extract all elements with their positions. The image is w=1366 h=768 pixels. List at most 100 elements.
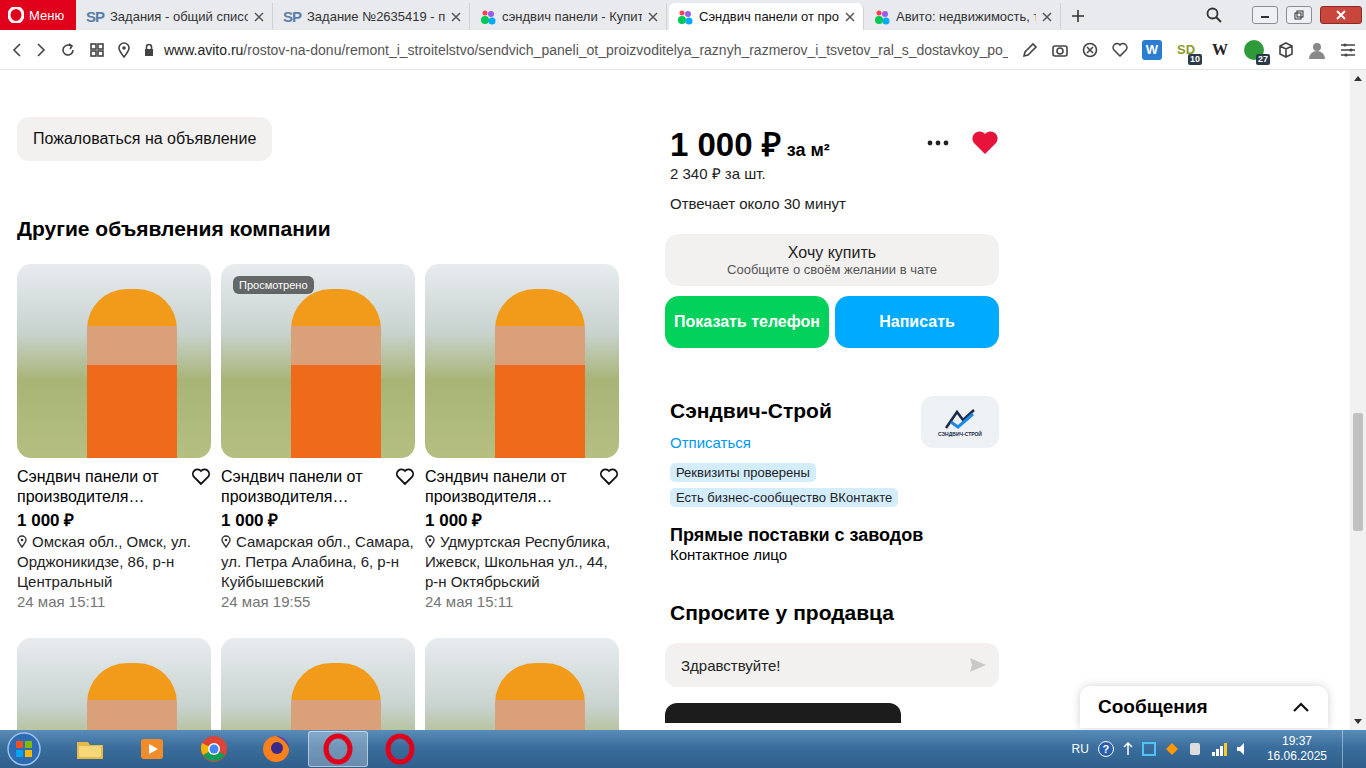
close-icon <box>1042 12 1052 22</box>
section-heading: Другие объявления компании <box>17 216 619 242</box>
profile-icon <box>1308 41 1326 59</box>
ad-photo <box>221 638 415 730</box>
ad-title[interactable]: Сэндвич панели от производителя… <box>17 467 183 507</box>
ad-title[interactable]: Сэндвич панели от производителя… <box>425 467 591 507</box>
ad-date: 24 мая 15:11 <box>17 592 211 612</box>
ad-title[interactable]: Сэндвич панели от производителя… <box>221 467 387 507</box>
back-icon <box>12 43 22 57</box>
close-icon <box>254 12 264 22</box>
explorer-icon <box>74 733 106 765</box>
close-window-icon <box>1336 10 1346 20</box>
network-icon <box>1211 742 1227 756</box>
taskbar-app[interactable] <box>184 731 244 767</box>
adblock-icon <box>1082 42 1098 58</box>
ad-card[interactable] <box>221 638 415 730</box>
tray-arrow-icon <box>1123 742 1133 756</box>
help-button[interactable]: ? <box>1098 741 1114 757</box>
seller-logo[interactable]: СЭНДВИЧ-СТРОЙ <box>921 396 999 448</box>
close-icon <box>845 12 855 22</box>
ad-price: 1 000 ₽ <box>221 510 415 532</box>
url-field[interactable]: www.avito.ru/rostov-na-donu/remont_i_str… <box>144 42 1008 58</box>
favorite-heart-icon[interactable] <box>971 130 999 156</box>
bookmark-heart-icon <box>1112 42 1128 57</box>
search-icon <box>1206 7 1222 23</box>
scrollbar <box>1350 70 1366 730</box>
ad-price: 1 000 ₽ <box>17 510 211 532</box>
ad-photo <box>425 638 619 730</box>
windows-start-icon[interactable] <box>4 731 44 767</box>
minimize-button[interactable] <box>1252 6 1278 24</box>
seller-logo-icon <box>943 408 977 430</box>
easy-setup-icon <box>1340 43 1356 57</box>
favorite-heart-icon[interactable] <box>191 467 211 487</box>
ad-photo <box>17 638 211 730</box>
tray-app1-icon <box>1142 742 1156 756</box>
tray-app2-icon <box>1165 742 1179 756</box>
close-button[interactable] <box>1320 6 1362 24</box>
complaint-button[interactable]: Пожаловаться на объявление <box>17 117 272 161</box>
scroll-track <box>1350 86 1366 714</box>
ad-price: 1 000 ₽ <box>670 126 781 163</box>
seller-role: Контактное лицо <box>665 546 999 563</box>
ad-card[interactable]: Сэндвич панели от производителя…1 000 ₽У… <box>425 264 619 612</box>
clock[interactable]: 19:3716.06.2025 <box>1267 734 1327 764</box>
messages-panel[interactable]: Сообщения <box>1080 686 1328 728</box>
lock-icon <box>144 43 154 56</box>
language-indicator[interactable]: RU <box>1072 742 1089 756</box>
price-per-piece: 2 340 ₽ за шт. <box>665 164 999 184</box>
ad-card[interactable] <box>17 638 211 730</box>
avito-icon <box>480 9 496 25</box>
browser-tab[interactable]: сэндвич панели - Купить <box>472 3 667 30</box>
pin-icon <box>221 535 231 548</box>
browser-tab[interactable]: SPЗадание №2635419 - про <box>275 3 470 30</box>
browser-tab[interactable]: SPЗадания - общий список s <box>78 3 273 30</box>
restore-button[interactable] <box>1286 6 1312 24</box>
write-button[interactable]: Написать <box>835 296 999 348</box>
system-tray: RU? 19:3716.06.2025 <box>1072 730 1366 768</box>
ad-price: 1 000 ₽ <box>425 510 619 532</box>
ad-card[interactable] <box>425 638 619 730</box>
ad-photo: Просмотрено <box>221 264 415 458</box>
seller-name[interactable]: Сэндвич-Строй <box>670 398 832 424</box>
pin-icon <box>425 535 435 548</box>
browser-tab[interactable]: Авито: недвижимость, тра <box>866 3 1061 30</box>
want-buy-button[interactable]: Хочу купитьСообщите о своём желании в ча… <box>665 234 999 286</box>
extension-button[interactable]: SD10 <box>1176 40 1196 60</box>
opera-icon <box>384 733 416 765</box>
taskbar-app[interactable] <box>60 731 120 767</box>
extension-button[interactable]: 27 <box>1244 40 1264 60</box>
ask-input[interactable] <box>681 657 969 674</box>
pin-icon <box>17 535 27 548</box>
ad-card[interactable]: Просмотрено Сэндвич панели от производите… <box>221 264 415 612</box>
extension-button[interactable]: W <box>1210 40 1230 60</box>
scroll-thumb[interactable] <box>1353 413 1363 531</box>
send-icon[interactable] <box>969 657 987 673</box>
new-tab-icon <box>1071 9 1085 23</box>
taskbar-app[interactable] <box>246 731 306 767</box>
chevron-up-icon <box>1292 701 1310 713</box>
forward-icon <box>36 43 46 57</box>
taskbar-app[interactable] <box>370 731 430 767</box>
speed-dial-icon <box>90 43 104 57</box>
taskbar-app[interactable] <box>308 731 368 767</box>
browser-tab-bar: МенюSPЗадания - общий список sSPЗадание … <box>0 0 1366 30</box>
ask-button[interactable] <box>665 703 901 723</box>
opera-menu-button[interactable]: Меню <box>0 0 76 30</box>
avito-icon <box>677 9 693 25</box>
favorite-heart-icon[interactable] <box>395 467 415 487</box>
camera-icon <box>1052 43 1068 57</box>
viewed-badge: Просмотрено <box>233 276 314 294</box>
favorite-heart-icon[interactable] <box>599 467 619 487</box>
sp-icon: SP <box>86 8 104 25</box>
show-phone-button[interactable]: Показать телефон <box>665 296 829 348</box>
close-icon <box>451 12 461 22</box>
show-desktop-button[interactable] <box>1342 730 1356 768</box>
taskbar-app[interactable] <box>122 731 182 767</box>
browser-tab[interactable]: Сэндвич панели от произ <box>669 3 864 30</box>
avito-icon <box>874 9 890 25</box>
restore-icon <box>1294 10 1304 20</box>
ad-card[interactable]: Сэндвич панели от производителя…1 000 ₽О… <box>17 264 211 612</box>
extension-button[interactable]: W <box>1142 40 1162 60</box>
volume-icon <box>1236 742 1250 756</box>
price-unit: за м² <box>787 140 830 160</box>
